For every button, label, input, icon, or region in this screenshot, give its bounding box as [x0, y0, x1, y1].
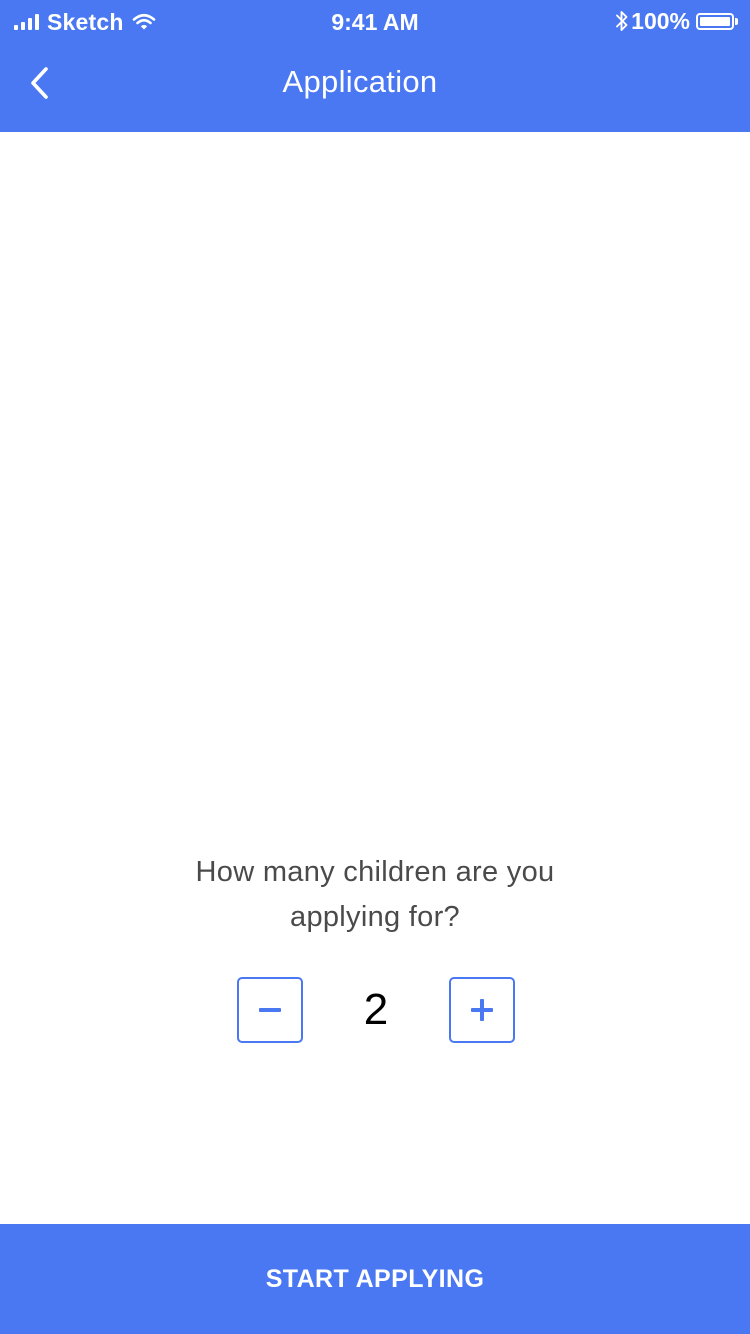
- status-right: 100%: [615, 6, 738, 36]
- battery-nub: [735, 17, 738, 25]
- bluetooth-icon: [616, 11, 628, 31]
- decrement-button[interactable]: [237, 977, 303, 1043]
- page-title: Application: [282, 64, 438, 99]
- question-line-1: How many children are you: [195, 856, 555, 888]
- start-applying-button[interactable]: START APPLYING: [0, 1224, 750, 1334]
- question-line-2: applying for?: [290, 901, 460, 933]
- battery-percent: 100%: [631, 7, 690, 34]
- battery-icon: [696, 12, 734, 30]
- increment-button[interactable]: [449, 977, 515, 1043]
- battery-level-fill: [700, 16, 730, 26]
- minus-icon: [259, 1008, 281, 1012]
- question-text: How many children are you applying for?: [0, 850, 750, 940]
- children-count-stepper: 2: [0, 977, 750, 1043]
- app-header: Sketch 9:41 AM 100% Application: [0, 0, 750, 132]
- plus-icon: [471, 999, 493, 1021]
- children-count-value: 2: [363, 985, 389, 1034]
- status-bar: Sketch 9:41 AM 100%: [0, 0, 750, 44]
